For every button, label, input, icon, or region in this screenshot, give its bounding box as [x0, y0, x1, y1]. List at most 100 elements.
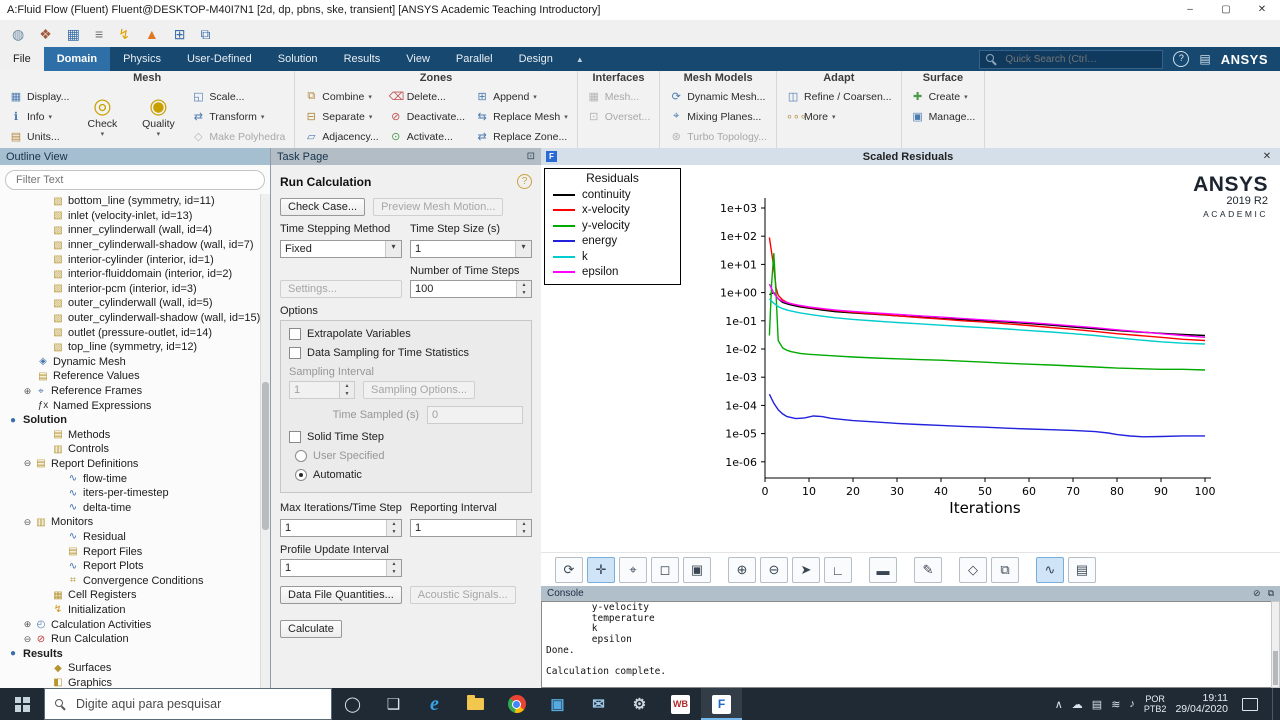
outline-item-delta-time[interactable]: ∿ delta-time	[0, 500, 261, 515]
ribbon-button-check[interactable]: ◎ Check ▾	[77, 87, 127, 145]
zoom-scale-icon[interactable]: ⌖	[619, 557, 647, 583]
outline-item-dynamic-mesh[interactable]: ◈ Dynamic Mesh	[0, 355, 261, 370]
ribbon-tab-domain[interactable]: Domain	[43, 47, 111, 71]
max-iterations-spinner[interactable]: 1	[280, 519, 402, 537]
show-desktop-strip[interactable]	[1272, 688, 1277, 720]
checkbox-icon[interactable]	[289, 347, 301, 359]
outline-item-inner-cylinderwall-wall-id-4[interactable]: ▧ inner_cylinderwall (wall, id=4)	[0, 223, 261, 238]
data-sampling-checkbox[interactable]: Data Sampling for Time Statistics	[289, 347, 523, 359]
outline-item-report-files[interactable]: ▤ Report Files	[0, 544, 261, 559]
radio-icon[interactable]	[295, 450, 307, 462]
zoom-out-icon[interactable]: ⊖	[760, 557, 788, 583]
outline-item-inner-cylinderwall-shadow-wall-id-7[interactable]: ▧ inner_cylinderwall-shadow (wall, id=7)	[0, 238, 261, 253]
pan-icon[interactable]: ✛	[587, 557, 615, 583]
spinner-arrows-icon[interactable]	[516, 281, 531, 297]
console-float-icon[interactable]: ⧉	[1268, 588, 1274, 598]
ribbon-button-replace-zone[interactable]: ⇄ Replace Zone...	[473, 127, 570, 146]
workbench-icon[interactable]: WB	[660, 688, 701, 720]
outline-item-monitors[interactable]: ⊖ ▥ Monitors	[0, 515, 261, 530]
edge-icon[interactable]: e	[414, 688, 455, 720]
ribbon-collapse-icon[interactable]: ▲	[576, 47, 584, 71]
ribbon-button-mixing-planes[interactable]: ⌖ Mixing Planes...	[667, 107, 769, 126]
outline-item-calculation-activities[interactable]: ⊕ ◴ Calculation Activities	[0, 617, 261, 632]
outline-item-inlet-velocity-inlet-id-13[interactable]: ▧ inlet (velocity-inlet, id=13)	[0, 209, 261, 224]
ribbon-button-deactivate[interactable]: ⊘ Deactivate...	[387, 107, 467, 126]
chevron-down-icon[interactable]	[385, 241, 401, 257]
language-indicator[interactable]: POR PTB2	[1144, 694, 1167, 714]
outline-item-report-plots[interactable]: ∿ Report Plots	[0, 559, 261, 574]
checkbox-icon[interactable]	[289, 431, 301, 443]
outline-item-interior-cylinder-interior-id-1[interactable]: ▧ interior-cylinder (interior, id=1)	[0, 252, 261, 267]
outline-item-interior-fluiddomain-interior-id-2[interactable]: ▧ interior-fluiddomain (interior, id=2)	[0, 267, 261, 282]
collapse-icon[interactable]: ⊖	[21, 458, 34, 469]
outline-item-outer-cylinderwall-shadow-wall-id-15[interactable]: ▧ outer_cylinderwall-shadow (wall, id=15)	[0, 311, 261, 326]
mail-icon[interactable]: ✉	[578, 688, 619, 720]
orbit-icon[interactable]: ◇	[959, 557, 987, 583]
save-picture-icon[interactable]: ▣	[683, 557, 711, 583]
collapse-icon[interactable]: ⊖	[21, 634, 34, 645]
profile-update-interval-spinner[interactable]: 1	[280, 559, 402, 577]
ribbon-button-transform[interactable]: ⇄ Transform ▾	[189, 107, 287, 126]
ribbon-button-replace-mesh[interactable]: ⇆ Replace Mesh ▾	[473, 107, 570, 126]
outline-item-report-definitions[interactable]: ⊖ ▤ Report Definitions	[0, 457, 261, 472]
close-button[interactable]: ✕	[1244, 0, 1280, 20]
extrapolate-variables-checkbox[interactable]: Extrapolate Variables	[289, 328, 523, 340]
table-icon[interactable]: ⊞	[174, 27, 186, 41]
spinner-arrows-icon[interactable]	[516, 520, 531, 536]
chevron-down-icon[interactable]	[515, 241, 531, 257]
chevron-up-icon[interactable]: ∧	[1055, 698, 1063, 711]
scrollbar-thumb[interactable]	[262, 381, 269, 530]
fluent-icon[interactable]: F	[701, 688, 742, 720]
display-icon[interactable]: ▤	[1092, 698, 1102, 711]
outline-item-top-line-symmetry-id-12[interactable]: ▧ top_line (symmetry, id=12)	[0, 340, 261, 355]
console-no-entry-icon[interactable]: ⊘	[1253, 588, 1261, 598]
outline-item-iters-per-timestep[interactable]: ∿ iters-per-timestep	[0, 486, 261, 501]
workbench-box-icon[interactable]: ❖	[39, 27, 52, 41]
quick-search-box[interactable]	[979, 49, 1164, 69]
reporting-interval-spinner[interactable]: 1	[410, 519, 532, 537]
ribbon-button-quality[interactable]: ◉ Quality ▾	[133, 87, 183, 145]
outline-item-outer-cylinderwall-wall-id-5[interactable]: ▧ outer_cylinderwall (wall, id=5)	[0, 296, 261, 311]
automatic-radio[interactable]: Automatic	[295, 469, 523, 481]
ribbon-tab-design[interactable]: Design	[506, 47, 566, 71]
outline-item-convergence-conditions[interactable]: ⌗ Convergence Conditions	[0, 573, 261, 588]
settings-icon[interactable]: ⚙	[619, 688, 660, 720]
expand-icon[interactable]: ⊕	[21, 386, 34, 397]
cloud-icon[interactable]: ☁	[1072, 698, 1083, 711]
action-center-icon[interactable]	[1242, 697, 1258, 711]
taskbar-search-input[interactable]	[74, 696, 321, 712]
cortana-icon[interactable]: ◯	[332, 688, 373, 720]
ribbon-button-adjacency[interactable]: ▱ Adjacency...	[302, 127, 380, 146]
windows-layout-icon[interactable]: ⧉	[201, 27, 211, 41]
outline-item-surfaces[interactable]: ◆ Surfaces	[0, 661, 261, 676]
ribbon-button-dynamic-mesh[interactable]: ⟳ Dynamic Mesh...	[667, 87, 769, 106]
lightning-icon[interactable]: ↯	[118, 27, 130, 41]
outline-item-flow-time[interactable]: ∿ flow-time	[0, 471, 261, 486]
ribbon-button-more[interactable]: ∘∘∘ More ▾	[784, 107, 894, 126]
ribbon-button-delete[interactable]: ⌫ Delete...	[387, 87, 467, 106]
ribbon-button-separate[interactable]: ⊟ Separate ▾	[302, 107, 380, 126]
chrome-icon[interactable]	[496, 688, 537, 720]
journal-icon[interactable]: ≡	[95, 27, 103, 41]
plot-window-icon[interactable]: ∿	[1036, 557, 1064, 583]
clock[interactable]: 19:11 29/04/2020	[1175, 692, 1228, 716]
axes-icon[interactable]: ∟	[824, 557, 852, 583]
ribbon-tab-physics[interactable]: Physics	[110, 47, 174, 71]
panel-float-icon[interactable]: ⊡	[527, 151, 535, 162]
ribbon-button-activate[interactable]: ⊙ Activate...	[387, 127, 467, 146]
number-of-time-steps-spinner[interactable]: 100	[410, 280, 532, 298]
start-button[interactable]	[0, 688, 44, 720]
checkbox-icon[interactable]	[289, 328, 301, 340]
file-explorer-icon[interactable]	[455, 688, 496, 720]
solid-time-step-checkbox[interactable]: Solid Time Step	[289, 431, 523, 443]
outline-item-initialization[interactable]: ↯ Initialization	[0, 603, 261, 618]
close-icon[interactable]: ✕	[1259, 151, 1275, 162]
ribbon-button-scale[interactable]: ◱ Scale...	[189, 87, 287, 106]
console-output[interactable]: y-velocity temperature k epsilon Done. Cal…	[541, 601, 1271, 688]
rotate-view-icon[interactable]: ⟳	[555, 557, 583, 583]
user-specified-radio[interactable]: User Specified	[295, 450, 523, 462]
filter-text-input[interactable]	[5, 170, 265, 190]
radio-selected-icon[interactable]	[295, 469, 307, 481]
scrollbar-thumb[interactable]	[1273, 651, 1278, 685]
zoom-box-icon[interactable]: ◻	[651, 557, 679, 583]
